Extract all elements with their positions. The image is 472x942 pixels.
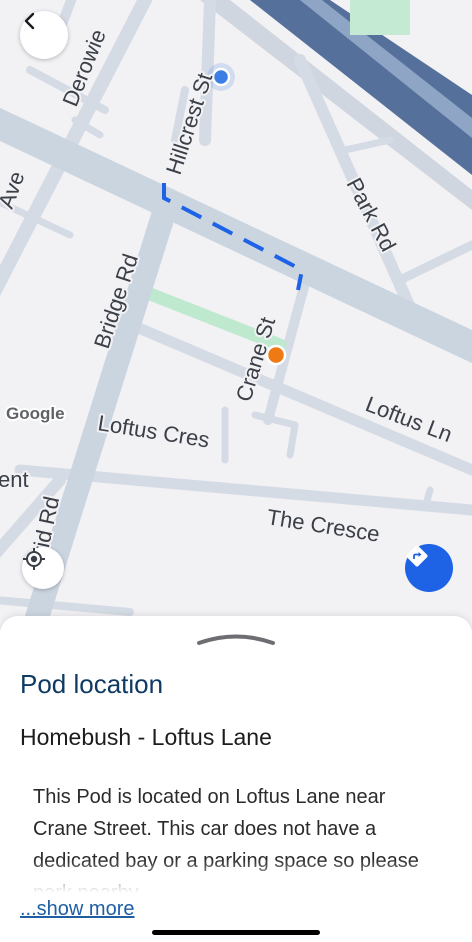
pod-name: Homebush - Loftus Lane — [20, 724, 272, 750]
railway — [200, 0, 472, 210]
street-label-park: Park Rd — [342, 174, 401, 256]
pod-details-sheet: Pod location Homebush - Loftus Lane This… — [0, 616, 472, 942]
directions-button[interactable] — [405, 544, 453, 592]
map-canvas: Derowie Hillcrest St Ave Park Rd Bridge … — [0, 0, 472, 630]
sheet-title: Pod location — [20, 669, 164, 699]
my-location-icon — [23, 548, 45, 570]
google-logo: Google — [6, 404, 65, 423]
home-indicator — [152, 930, 320, 935]
street-label-the-cresc: The Cresce — [265, 504, 381, 546]
sheet-grabber-handle[interactable] — [196, 632, 276, 646]
street-label-loftus-cres: Loftus Cres — [96, 410, 211, 452]
street-label-ave: Ave — [0, 168, 30, 212]
pod-description: This Pod is located on Loftus Lane near … — [33, 786, 419, 893]
directions-icon — [406, 545, 428, 567]
street-label-ent: ent — [0, 467, 29, 492]
back-button[interactable] — [20, 11, 68, 59]
show-more-link[interactable]: ...show more — [20, 898, 134, 921]
chevron-left-icon — [24, 12, 35, 30]
map-view[interactable]: Derowie Hillcrest St Ave Park Rd Bridge … — [0, 0, 472, 630]
my-location-button[interactable] — [22, 547, 64, 589]
